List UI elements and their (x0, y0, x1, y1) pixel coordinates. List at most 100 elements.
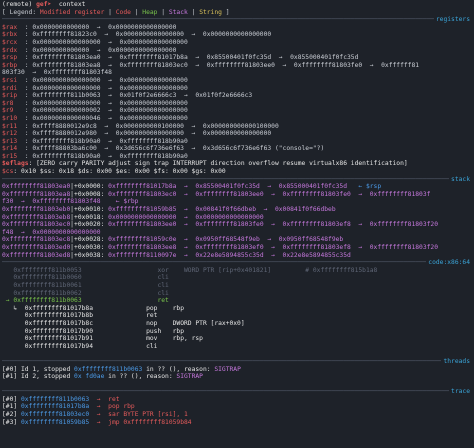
code-panel: 0xffffffff811b0053 xor WORD PTR [rip+0x4… (2, 267, 472, 351)
thread-row[interactable]: [#1] Id 2, stopped 0x fd0ae in ?? (), re… (2, 373, 472, 381)
register-row: $r8 : 0x0000000000000000 → 0x00000000000… (2, 100, 472, 108)
code-instruction: ret (93, 312, 158, 320)
code-line: 0xffffffff811b0061 cli (2, 282, 472, 290)
register-name: $rcx (2, 38, 18, 46)
trace-row[interactable]: [#1] 0xffffffff81017b8a → pop rbp (2, 403, 472, 411)
stack-value: f48 → 0x0000000000000000 (2, 228, 101, 236)
thread-row[interactable]: [#0] Id 1, stopped 0xffffffff811b0063 in… (2, 366, 472, 374)
trace-address: 0xffffffff811b0063 (17, 395, 90, 403)
register-value: : 0x0000000000000000 → 0x000000000000000… (17, 76, 188, 84)
stack-row: 0xffffffff81803ea8│+0x0008: 0xffffffff81… (2, 191, 472, 199)
stack-tag: ← $rsp (358, 183, 382, 191)
code-title: code:x86:64 (426, 259, 472, 267)
code-address: 0xffffffff81017b90 (2, 327, 93, 335)
trace-address: 0xffffffff81059b85 (17, 418, 90, 426)
register-row: $rcx : 0x0000000000000000 → 0x0000000000… (2, 39, 472, 47)
trace-id: [#3] (2, 418, 18, 426)
legend-sep: | (130, 8, 143, 16)
code-line: 0xffffffff81017b91 mov rbp, rsp (2, 335, 472, 343)
code-instruction: ret (81, 297, 169, 305)
stack-title: stack (449, 175, 472, 184)
register-name: $rip (2, 92, 18, 100)
trace-row[interactable]: [#2] 0xffffffff81803ec0 → sar BYTE PTR [… (2, 411, 472, 419)
register-row: $r11 : 0xffff8880012e9c8 → 0x00000000001… (2, 123, 472, 131)
thread-rest: in ?? (), reason: (142, 365, 215, 373)
register-value: : 0xffffffff811b0063 → 0x01f0f2e6666c3 →… (17, 92, 253, 100)
trace-id: [#0] (2, 395, 18, 403)
code-address: 0xffffffff811b0062 (2, 289, 82, 297)
legend-close: ] (221, 8, 230, 16)
legend-sep: | (187, 8, 200, 16)
register-name: $rdx (2, 46, 18, 54)
code-address: → 0xffffffff811b0063 (2, 297, 82, 305)
register-name: $rax (2, 23, 18, 31)
thread-id: [#0] (2, 365, 18, 373)
legend-string: String (199, 8, 222, 16)
code-address: 0xffffffff81017b8c (2, 319, 93, 327)
stack-offset: │+0x0038: (70, 251, 109, 259)
threads-header: ────────────────────────────────────────… (2, 357, 472, 366)
code-line: 0xffffffff81017b8c nop DWORD PTR [rax+0x… (2, 320, 472, 328)
trace-id: [#1] (2, 403, 18, 411)
register-row: $eflags: [ZERO carry PARITY adjust sign … (2, 160, 472, 168)
legend-sep: | (104, 8, 116, 16)
code-instruction: nop DWORD PTR [rax+0x0] (93, 319, 245, 327)
stack-offset: │+0x0028: (70, 236, 109, 244)
legend-sep: | (157, 8, 169, 16)
register-value: : 0x0000000000000000 → 0x000000000000000… (17, 84, 188, 92)
stack-offset: │+0x0000: (70, 183, 109, 191)
register-name: $cs (2, 168, 14, 176)
thread-text: Id 2, stopped (17, 373, 75, 381)
stack-header: ────────────────────────────────────────… (2, 175, 472, 184)
register-name: $r8 (2, 99, 18, 107)
register-name: $rsi (2, 76, 18, 84)
stack-address: 0xffffffff81803ec0 (2, 221, 71, 229)
terminal[interactable]: (remote) gef➤ context [ Legend: Modified… (0, 0, 474, 448)
legend-open: [ Legend: (2, 8, 40, 16)
register-row: $r12 : 0xffff8880012e980 → 0x00000000000… (2, 130, 472, 138)
stack-row: 0xffffffff81803ea0│+0x0000: 0xffffffff81… (2, 183, 472, 191)
register-name: $rbp (2, 61, 18, 69)
legend-modified: Modified register (39, 8, 105, 16)
threads-title: threads (441, 357, 472, 366)
register-value: : 0xffffffff818b90a0 → 0xffffffff818b90a… (17, 152, 188, 160)
stack-offset: │+0x0020: (70, 221, 109, 229)
code-instruction: pop rbp (93, 304, 184, 312)
trace-instruction: → pop rbp (89, 403, 135, 411)
code-address: 0xffffffff81017b94 (2, 342, 93, 350)
prompt-command: context (51, 1, 86, 8)
register-value: : 0xffffffff81823c0 → 0x0000000000000000… (17, 31, 272, 39)
register-name: $rbx (2, 31, 18, 39)
stack-offset: │+0x0018: (70, 213, 109, 221)
code-instruction: cli (81, 281, 169, 289)
code-address: 0xffffffff811b0060 (2, 274, 82, 282)
trace-row[interactable]: [#0] 0xffffffff811b0063 → ret (2, 396, 472, 404)
code-header: ────────────────────────────────────────… (2, 259, 472, 267)
register-name: $r10 (2, 114, 18, 122)
legend-stack: Stack (168, 8, 188, 16)
stack-value: 0xffffffff81017b8a → 0x85500401f0fc35d →… (108, 183, 359, 191)
current-instruction: → 0xffffffff811b0063 ret (2, 297, 472, 305)
legend-heap: Heap (142, 8, 158, 16)
stack-value: 0x0000000000000000 → 0x0000000000000000 (108, 213, 264, 221)
register-row: $r10 : 0x0000000000000046 → 0x0000000000… (2, 115, 472, 123)
stack-value: 0xffffffff8110097e → 0x22e8e5894855c35d … (108, 251, 351, 259)
register-name: $rsp (2, 54, 18, 62)
prompt-line: (remote) gef➤ context (2, 1, 472, 9)
trace-row[interactable]: [#3] 0xffffffff81059b85 → jmp 0xffffffff… (2, 419, 472, 427)
register-name: $r13 (2, 137, 18, 145)
stack-value: f30 → 0xffffffff81803f48 ← $rbp (2, 198, 139, 206)
code-line: 0xffffffff81017b90 push rbp (2, 328, 472, 336)
prompt-prefix: (remote) (2, 1, 37, 8)
register-name: $r15 (2, 152, 18, 160)
trace-instruction: → jmp 0xffffffff81059b84 (89, 418, 192, 426)
trace-header: ────────────────────────────────────────… (2, 388, 472, 396)
code-instruction: xor WORD PTR [rip+0x401821] # 0xffffffff… (81, 266, 378, 274)
register-row: $rbp : 0xffffffff81803ea8 → 0xffffffff81… (2, 62, 472, 70)
stack-row: f48 → 0x0000000000000000 (2, 229, 472, 237)
thread-id: [#1] (2, 373, 18, 381)
code-address: 0xffffffff81017b8b (2, 312, 93, 320)
register-row: 803f30 → 0xffffffff81803f48 (2, 69, 472, 77)
stack-offset: │+0x0010: (70, 206, 109, 214)
register-value: : 0xffff8880012e980 → 0x0000000000000000… (17, 130, 272, 138)
